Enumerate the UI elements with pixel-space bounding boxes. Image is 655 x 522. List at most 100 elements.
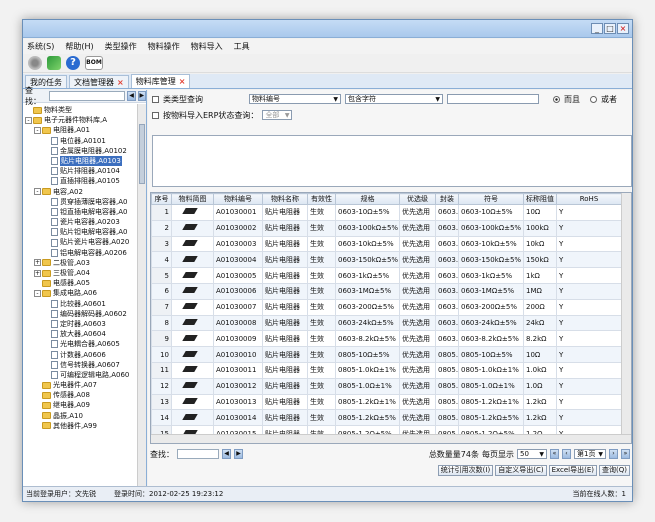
table-row[interactable]: 14 A01030014 贴片电阻器 生效 0805-1.2kΩ±5% 优先选用 0805.…	[151, 409, 622, 427]
tree-node[interactable]: 晶振,A10	[23, 411, 137, 421]
tree-node[interactable]: 比较器,A0601	[23, 299, 137, 309]
and-radio[interactable]	[553, 95, 560, 103]
settings-icon[interactable]	[28, 56, 42, 70]
count-references-button[interactable]: 统计引用次数(I)	[437, 464, 494, 476]
tree-node[interactable]: - 电阻器,A01	[23, 125, 137, 135]
close-window-button[interactable]: ×	[617, 23, 629, 34]
tree-node[interactable]: - 集成电路,A06	[23, 288, 137, 298]
next-arrow-icon[interactable]: ▶	[234, 449, 243, 459]
tree-node[interactable]: 其他器件,A99	[23, 421, 137, 431]
tree-scrollbar[interactable]	[137, 104, 146, 487]
menu-tools[interactable]: 工具	[234, 41, 250, 52]
tree-node[interactable]: 电位器,A0101	[23, 136, 137, 146]
table-row[interactable]: 4A01030004贴片电阻器生效0603-150kΩ±5%优先选用0603..…	[151, 251, 622, 269]
table-row[interactable]: 11 A01030011 贴片电阻器 生效 0805-1.0kΩ±1% 优先选用 0805.…	[151, 361, 622, 379]
tree-node[interactable]: - 电子元器件物料库,A	[23, 115, 137, 125]
table-row[interactable]: 10A01030010贴片电阻器生效0805-10Ω±5%优先选用0805...…	[151, 346, 622, 363]
type-query-checkbox[interactable]	[152, 95, 159, 103]
tree-node[interactable]: 可编程逻辑电路,A060	[23, 370, 137, 380]
tree-node[interactable]: 信号转换器,A0607	[23, 360, 137, 370]
column-header[interactable]: 符号	[458, 193, 524, 205]
erp-status-select[interactable]: 全部 ▼	[262, 110, 293, 120]
tree-node[interactable]: 瓷片电容器,A0203	[23, 217, 137, 227]
scroll-thumb[interactable]	[139, 124, 145, 184]
menu-help[interactable]: 帮助(H)	[65, 41, 93, 52]
prev-arrow-icon[interactable]: ◀	[222, 449, 231, 459]
tree-node[interactable]: 铝电解电容器,A0206	[23, 248, 137, 258]
tree-node[interactable]: 传感器,A08	[23, 390, 137, 400]
menu-material-ops[interactable]: 物料操作	[148, 41, 180, 52]
close-icon[interactable]: ×	[179, 77, 186, 86]
tree-node[interactable]: 计数器,A0606	[23, 350, 137, 360]
tree-search-input[interactable]	[48, 91, 126, 101]
query-button[interactable]: 查询(Q)	[599, 464, 630, 476]
column-header[interactable]: 序号	[151, 193, 172, 205]
table-row[interactable]: 3A01030003贴片电阻器生效0603-10kΩ±5%优先选用0603...…	[151, 235, 622, 253]
operator-select[interactable]: 包含字符 ▼	[345, 94, 443, 104]
tree-node[interactable]: 继电器,A09	[23, 400, 137, 410]
collapse-icon[interactable]: -	[34, 126, 41, 134]
page-select[interactable]: 第1页 ▼	[574, 449, 606, 459]
tree-node[interactable]: 贴片排阻器,A0104	[23, 166, 137, 176]
title-bar[interactable]: _ □ ×	[23, 20, 632, 38]
table-row[interactable]: 2A01030002贴片电阻器生效0603-100kΩ±5%优先选用0603..…	[151, 219, 622, 237]
tree-node[interactable]: 钽直插电解电容器,A0	[23, 207, 137, 217]
last-page-icon[interactable]: »	[621, 449, 630, 459]
tree-node[interactable]: - 电容,A02	[23, 187, 137, 197]
collapse-icon[interactable]: -	[34, 188, 41, 196]
column-header[interactable]: 规格	[335, 193, 400, 205]
tree-node[interactable]: 贴片钽电解电容器,A0	[23, 227, 137, 237]
column-header[interactable]: 物料名称	[262, 193, 308, 205]
erp-query-checkbox[interactable]	[152, 111, 159, 119]
column-header[interactable]: RoHS	[556, 193, 622, 205]
field-select[interactable]: 物料编号 ▼	[249, 94, 341, 104]
tree-node[interactable]: 贴片电阻器,A0103	[23, 155, 137, 167]
table-row[interactable]: 5A01030005贴片电阻器生效0603-1kΩ±5%优先选用0603...0…	[151, 267, 622, 284]
grid-vertical-scrollbar[interactable]	[621, 193, 631, 443]
help-icon[interactable]: ?	[66, 56, 80, 70]
column-header[interactable]: 标称阻值	[523, 193, 557, 205]
or-radio[interactable]	[590, 95, 597, 103]
menu-type-ops[interactable]: 类型操作	[105, 41, 137, 52]
custom-export-button[interactable]: 自定义导出(C)	[495, 464, 547, 476]
menu-system[interactable]: 系统(S)	[27, 41, 54, 52]
table-row[interactable]: 7A01030007贴片电阻器生效0603-200Ω±5%优先选用0603...…	[151, 298, 622, 316]
column-header[interactable]: 封装	[435, 193, 459, 205]
tree-node[interactable]: 金属膜电阻器,A0102	[23, 146, 137, 156]
table-row[interactable]: 6A01030006贴片电阻器生效0603-1MΩ±5%优先选用0603...0…	[151, 282, 622, 300]
per-page-select[interactable]: 50 ▼	[517, 449, 547, 459]
collapse-icon[interactable]: -	[34, 289, 41, 297]
table-row[interactable]: 8A01030008贴片电阻器生效0603-24kΩ±5%优先选用0603...…	[151, 314, 622, 332]
prev-arrow-icon[interactable]: ◀	[127, 91, 136, 101]
tree-node[interactable]: 编码器解码器,A0602	[23, 309, 137, 319]
prev-page-icon[interactable]: ‹	[562, 449, 571, 459]
tree-node[interactable]: + 二极管,A03	[23, 258, 137, 268]
tree-node[interactable]: 定时器,A0603	[23, 319, 137, 329]
menu-material-import[interactable]: 物料导入	[191, 41, 223, 52]
refresh-icon[interactable]	[47, 56, 61, 70]
tree-node[interactable]: 光电器件,A07	[23, 380, 137, 390]
column-header[interactable]: 物料简图	[171, 193, 214, 205]
category-tree[interactable]: 物料类型 - 电子元器件物料库,A - 电阻器,A01 电位器,A0101 金属膜电阻器,A…	[23, 104, 137, 487]
grid-find-input[interactable]	[177, 449, 219, 459]
maximize-button[interactable]: □	[604, 23, 616, 34]
next-page-icon[interactable]: ›	[609, 449, 618, 459]
table-row[interactable]: 9A01030009贴片电阻器生效0603-8.2kΩ±5%优先选用0603..…	[151, 330, 622, 348]
table-row[interactable]: 13 A01030013 贴片电阻器 生效 0805-1.2kΩ±1% 优先选用 0805.…	[151, 393, 622, 411]
first-page-icon[interactable]: «	[550, 449, 559, 459]
tab-doc-manager[interactable]: 文档管理器 ×	[69, 75, 129, 88]
grid-horizontal-scrollbar[interactable]	[151, 434, 631, 443]
expand-icon[interactable]: +	[34, 259, 41, 267]
column-header[interactable]: 优选级	[399, 193, 436, 205]
tree-node[interactable]: 光电耦合器,A0605	[23, 339, 137, 349]
bom-icon[interactable]: BOM	[85, 56, 103, 70]
minimize-button[interactable]: _	[591, 23, 603, 34]
collapse-icon[interactable]: -	[25, 116, 32, 124]
tree-node[interactable]: + 三极管,A04	[23, 268, 137, 278]
column-header[interactable]: 物料编号	[213, 193, 263, 205]
tree-node[interactable]: 电感器,A05	[23, 278, 137, 288]
close-icon[interactable]: ×	[117, 78, 124, 87]
tree-node[interactable]: 直插排阻器,A0105	[23, 176, 137, 186]
column-header[interactable]: 有效性	[307, 193, 336, 205]
tree-node[interactable]: 贴片瓷片电容器,A020	[23, 237, 137, 247]
